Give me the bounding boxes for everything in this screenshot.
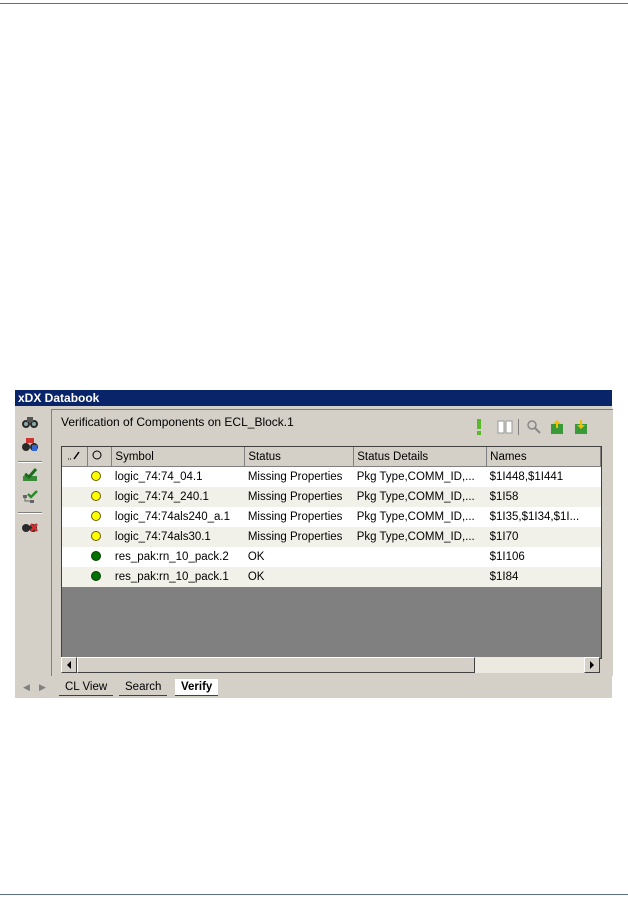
toolbar-separator	[18, 512, 42, 514]
bottom-rule	[0, 894, 628, 895]
export-icon[interactable]	[548, 418, 566, 436]
row-edit-cell[interactable]	[62, 507, 88, 527]
table-row[interactable]: logic_74:74als240_a.1 Missing Properties P…	[62, 507, 601, 527]
tab-cl-view[interactable]: CL View	[59, 679, 114, 696]
results-table: Symbol Status Status Details Names logic…	[62, 447, 601, 587]
binoculars-remove-icon[interactable]	[20, 516, 40, 536]
pencil-icon	[68, 451, 80, 460]
tab-strip: ◀ ▶ CL View Search Verify	[15, 678, 612, 698]
status-details-cell: Pkg Type,COMM_ID,...	[353, 487, 487, 507]
panel-heading: Verification of Components on ECL_Block.…	[61, 415, 294, 429]
status-details-cell: Pkg Type,COMM_ID,...	[353, 507, 487, 527]
exclamation-icon[interactable]	[470, 418, 488, 436]
book-icon[interactable]	[496, 418, 514, 436]
scrollbar-thumb[interactable]	[77, 657, 475, 673]
table-row[interactable]: logic_74:74_240.1 Missing Properties Pkg T…	[62, 487, 601, 507]
names-cell: $1I35,$1I34,$1I...	[486, 507, 601, 527]
circle-icon	[92, 450, 102, 460]
symbol-cell: res_pak:rn_10_pack.1	[111, 567, 245, 587]
names-cell: $1I84	[486, 567, 601, 587]
binoculars-add-icon[interactable]	[20, 435, 40, 455]
tab-scroll-right-icon[interactable]: ▶	[39, 682, 46, 693]
column-header-names[interactable]: Names	[486, 447, 601, 467]
symbol-cell: logic_74:74_04.1	[111, 466, 245, 487]
symbol-cell: logic_74:74als30.1	[111, 527, 245, 547]
row-status-indicator-cell	[87, 547, 112, 567]
symbol-cell: logic_74:74als240_a.1	[111, 507, 245, 527]
scroll-right-icon[interactable]	[584, 657, 600, 673]
toolbar-separator	[18, 461, 42, 463]
status-dot-icon	[90, 470, 101, 481]
status-details-cell: Pkg Type,COMM_ID,...	[353, 466, 487, 487]
binoculars-icon[interactable]	[20, 412, 40, 432]
scroll-left-icon[interactable]	[61, 657, 77, 673]
zoom-icon[interactable]	[525, 418, 543, 436]
status-dot-icon	[90, 570, 101, 581]
databook-window: xDX Databook Verification of Components …	[15, 390, 613, 698]
names-cell: $1I58	[486, 487, 601, 507]
verify-panel: Verification of Components on ECL_Block.…	[51, 409, 613, 693]
window-title: xDX Databook	[15, 390, 612, 406]
results-grid[interactable]: Symbol Status Status Details Names logic…	[61, 446, 602, 659]
names-cell: $1I106	[486, 547, 601, 567]
row-status-indicator-cell	[87, 487, 112, 507]
row-status-indicator-cell	[87, 507, 112, 527]
tab-search[interactable]: Search	[119, 679, 168, 696]
table-row[interactable]: res_pak:rn_10_pack.1 OK $1I84	[62, 567, 601, 587]
column-header-status-indicator[interactable]	[87, 447, 113, 467]
status-cell: Missing Properties	[244, 507, 354, 527]
status-cell: Missing Properties	[244, 487, 354, 507]
tree-check-icon[interactable]	[20, 487, 40, 507]
row-edit-cell[interactable]	[62, 527, 88, 547]
side-toolbar	[15, 406, 45, 676]
status-details-cell	[353, 547, 487, 567]
names-cell: $1I70	[486, 527, 601, 547]
green-check-icon[interactable]	[20, 465, 40, 485]
status-dot-icon	[90, 510, 101, 521]
table-row[interactable]: logic_74:74_04.1 Missing Properties Pkg Ty…	[62, 466, 601, 487]
header-separator	[518, 419, 519, 435]
row-edit-cell[interactable]	[62, 547, 88, 567]
row-status-indicator-cell	[87, 466, 112, 487]
column-header-status[interactable]: Status	[244, 447, 355, 467]
symbol-cell: res_pak:rn_10_pack.2	[111, 547, 245, 567]
status-cell: OK	[244, 547, 354, 567]
table-row[interactable]: logic_74:74als30.1 Missing Properties Pkg …	[62, 527, 601, 547]
header-row: Symbol Status Status Details Names	[62, 447, 601, 467]
row-edit-cell[interactable]	[62, 466, 88, 487]
names-cell: $1I448,$1I441	[486, 466, 601, 487]
status-dot-icon	[90, 490, 101, 501]
table-row[interactable]: res_pak:rn_10_pack.2 OK $1I106	[62, 547, 601, 567]
status-details-cell	[353, 567, 487, 587]
column-header-status-details[interactable]: Status Details	[353, 447, 488, 467]
status-dot-icon	[90, 530, 101, 541]
horizontal-scrollbar[interactable]	[61, 657, 600, 673]
row-status-indicator-cell	[87, 567, 112, 587]
top-rule	[0, 3, 628, 4]
status-details-cell: Pkg Type,COMM_ID,...	[353, 527, 487, 547]
tab-verify[interactable]: Verify	[175, 679, 219, 696]
column-header-edit[interactable]	[62, 447, 89, 467]
status-dot-icon	[90, 550, 101, 561]
status-cell: Missing Properties	[244, 527, 354, 547]
symbol-cell: logic_74:74_240.1	[111, 487, 245, 507]
tab-scroll-left-icon[interactable]: ◀	[23, 682, 30, 693]
row-status-indicator-cell	[87, 527, 112, 547]
column-header-symbol[interactable]: Symbol	[111, 447, 246, 467]
status-cell: Missing Properties	[244, 466, 354, 487]
row-edit-cell[interactable]	[62, 487, 88, 507]
row-edit-cell[interactable]	[62, 567, 88, 587]
status-cell: OK	[244, 567, 354, 587]
import-icon[interactable]	[572, 418, 590, 436]
